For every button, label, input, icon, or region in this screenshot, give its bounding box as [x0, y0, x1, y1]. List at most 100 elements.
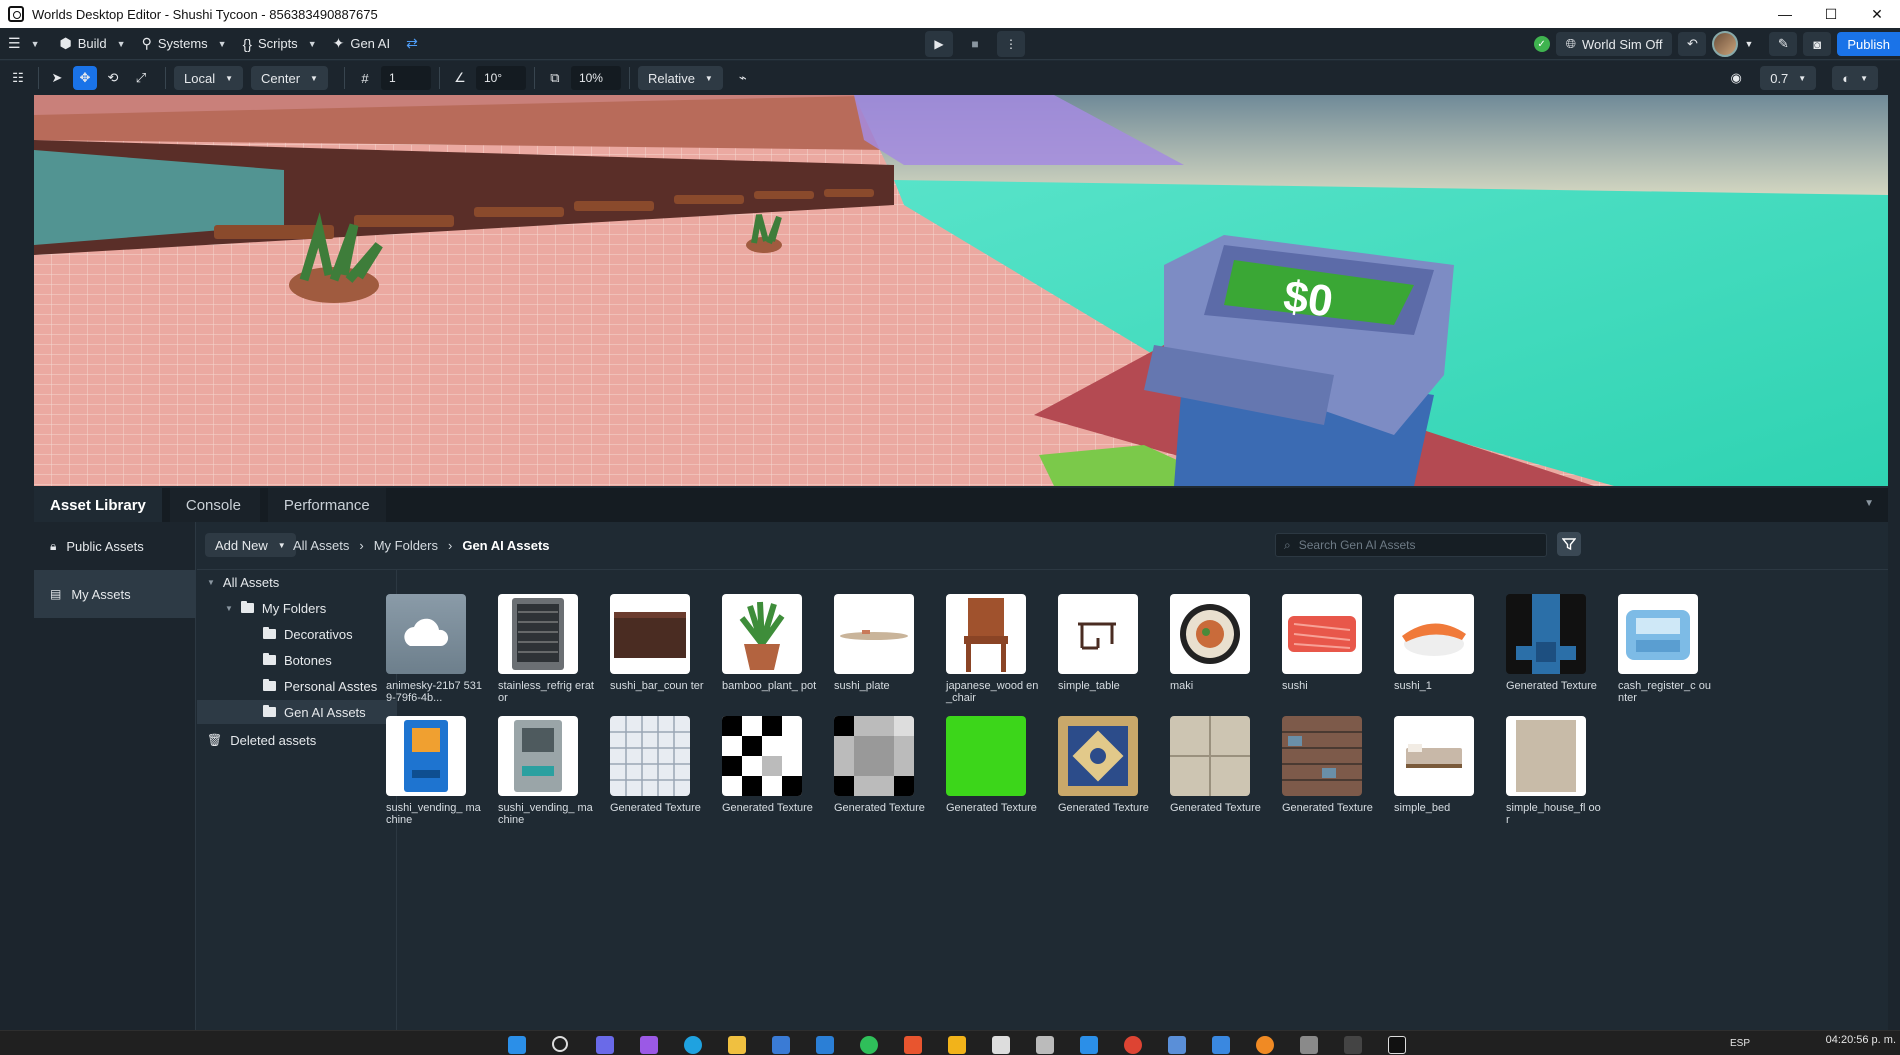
- app-icon[interactable]: [1212, 1036, 1230, 1054]
- scripts-menu[interactable]: {} Scripts ▼: [235, 28, 325, 60]
- tree-folder-gen-ai[interactable]: Gen AI Assets: [197, 700, 397, 724]
- sync-button[interactable]: ⇄: [398, 28, 426, 60]
- asset-tile[interactable]: sushi_vending_ machine: [498, 716, 593, 826]
- add-new-button[interactable]: Add New ▼: [205, 533, 296, 557]
- asset-tile[interactable]: Generated Texture: [722, 716, 813, 814]
- breadcrumb-all-assets[interactable]: All Assets: [293, 538, 349, 553]
- windows-start-icon[interactable]: [508, 1036, 526, 1054]
- gen-ai-button[interactable]: ✦ Gen AI: [325, 28, 398, 60]
- mic-mute-button[interactable]: ✎: [1769, 32, 1798, 56]
- hierarchy-toggle-button[interactable]: ☷: [6, 66, 30, 90]
- brave-icon[interactable]: [904, 1036, 922, 1054]
- asset-tile[interactable]: simple_house_fl oor: [1506, 716, 1601, 826]
- pivot-dropdown[interactable]: Center ▼: [251, 66, 328, 90]
- mode-dropdown[interactable]: Relative ▼: [637, 66, 723, 90]
- asset-tile[interactable]: sushi_vending_ machine: [386, 716, 481, 826]
- asset-tile[interactable]: Generated Texture: [1170, 716, 1261, 814]
- move-tool-button[interactable]: ✥: [73, 66, 97, 90]
- tree-folder-botones[interactable]: Botones: [197, 648, 397, 672]
- asset-tile[interactable]: bamboo_plant_ pot: [722, 594, 816, 692]
- tree-my-folders[interactable]: ▼ My Folders: [197, 596, 397, 620]
- asset-tile[interactable]: Generated Texture: [1282, 716, 1373, 814]
- terminal-icon[interactable]: [1344, 1036, 1362, 1054]
- calculator-icon[interactable]: [1300, 1036, 1318, 1054]
- scene-viewport[interactable]: $0: [34, 95, 1888, 486]
- asset-tile[interactable]: maki: [1170, 594, 1254, 692]
- main-menu-button[interactable]: ☰ ▼: [0, 28, 47, 60]
- store-icon[interactable]: [772, 1036, 790, 1054]
- scale-snap-field[interactable]: 10%: [570, 66, 621, 90]
- app-icon[interactable]: [640, 1036, 658, 1054]
- language-indicator[interactable]: ESP: [1730, 1038, 1750, 1049]
- build-menu[interactable]: ⬢ Build ▼: [51, 28, 133, 60]
- tab-console[interactable]: Console: [169, 488, 260, 522]
- asset-tile[interactable]: japanese_wood en_chair: [946, 594, 1038, 704]
- search-input[interactable]: [1298, 538, 1529, 552]
- app-icon[interactable]: [992, 1036, 1010, 1054]
- filter-button[interactable]: [1557, 532, 1581, 556]
- nav-my-assets[interactable]: ▤ My Assets: [34, 570, 196, 618]
- systems-menu[interactable]: ⚲ Systems ▼: [134, 28, 235, 60]
- vscode-icon[interactable]: [1080, 1036, 1098, 1054]
- asset-tile[interactable]: cash_register_c ounter: [1618, 594, 1711, 704]
- surface-snap-button[interactable]: ⌁: [731, 66, 755, 90]
- stop-button[interactable]: ■: [961, 31, 989, 57]
- app-icon[interactable]: [1168, 1036, 1186, 1054]
- asset-tile[interactable]: Generated Texture: [834, 716, 925, 814]
- space-dropdown[interactable]: Local ▼: [174, 66, 243, 90]
- asset-tile[interactable]: sushi_plate: [834, 594, 918, 692]
- vr-preview-button[interactable]: ◙: [1803, 32, 1832, 56]
- rotation-snap-field[interactable]: 10°: [475, 66, 526, 90]
- publish-button[interactable]: Publish: [1837, 32, 1900, 56]
- tree-folder-decorativos[interactable]: Decorativos: [197, 622, 397, 646]
- world-sim-toggle[interactable]: 🌐︎ World Sim Off: [1555, 32, 1673, 56]
- tree-all-assets[interactable]: ▼ All Assets: [197, 570, 397, 594]
- tab-asset-library[interactable]: Asset Library: [34, 488, 162, 522]
- scale-snap-toggle[interactable]: ⧉: [543, 66, 567, 90]
- asset-tile[interactable]: simple_table: [1058, 594, 1142, 692]
- tree-deleted-assets[interactable]: 🗑︎ Deleted assets: [197, 728, 397, 752]
- camera-speed-dropdown[interactable]: 0.7 ▼: [1760, 66, 1817, 90]
- asset-tile[interactable]: Generated Texture: [1506, 594, 1597, 692]
- app-icon[interactable]: [1036, 1036, 1054, 1054]
- scale-tool-button[interactable]: ⤢: [129, 66, 153, 90]
- play-button[interactable]: ▶: [925, 31, 953, 57]
- rotation-snap-toggle[interactable]: ∠: [448, 66, 472, 90]
- worlds-editor-icon[interactable]: [1388, 1036, 1406, 1054]
- grid-snap-toggle[interactable]: #: [353, 66, 377, 90]
- maximize-button[interactable]: ☐: [1808, 0, 1854, 28]
- mail-icon[interactable]: [816, 1036, 834, 1054]
- camera-settings-button[interactable]: ◉: [1724, 66, 1748, 90]
- undo-button[interactable]: ↶: [1678, 32, 1707, 56]
- asset-tile[interactable]: Generated Texture: [610, 716, 701, 814]
- system-clock[interactable]: 04:20:56 p. m.: [1826, 1034, 1896, 1046]
- tab-performance[interactable]: Performance: [267, 488, 386, 522]
- chrome-icon[interactable]: [1124, 1036, 1142, 1054]
- asset-tile[interactable]: stainless_refrig erator: [498, 594, 594, 704]
- asset-tile[interactable]: animesky-21b7 5319-79f6-4b...: [386, 594, 482, 704]
- file-explorer-icon[interactable]: [728, 1036, 746, 1054]
- blender-icon[interactable]: [1256, 1036, 1274, 1054]
- notes-icon[interactable]: [948, 1036, 966, 1054]
- asset-tile[interactable]: Generated Texture: [1058, 716, 1149, 814]
- chevron-down-icon[interactable]: ▼: [1864, 498, 1874, 509]
- edge-icon[interactable]: [684, 1036, 702, 1054]
- asset-tile[interactable]: Generated Texture: [946, 716, 1037, 814]
- avatar[interactable]: [1712, 31, 1739, 57]
- select-tool-button[interactable]: ➤: [45, 66, 69, 90]
- asset-tile[interactable]: simple_bed: [1394, 716, 1478, 814]
- nav-public-assets[interactable]: 🔒︎ Public Assets: [34, 522, 196, 570]
- asset-tile[interactable]: sushi: [1282, 594, 1366, 692]
- asset-tile[interactable]: sushi_bar_coun ter: [610, 594, 704, 692]
- minimize-button[interactable]: —: [1762, 0, 1808, 28]
- chevron-down-icon[interactable]: ▼: [1744, 39, 1753, 49]
- grid-snap-field[interactable]: 1: [380, 66, 431, 90]
- copilot-icon[interactable]: [596, 1036, 614, 1054]
- search-icon[interactable]: [552, 1036, 568, 1052]
- close-button[interactable]: ✕: [1854, 0, 1900, 28]
- breadcrumb-my-folders[interactable]: My Folders: [374, 538, 438, 553]
- tree-folder-personal[interactable]: Personal Asstes: [197, 674, 397, 698]
- more-options-button[interactable]: ⋮: [997, 31, 1025, 57]
- rotate-tool-button[interactable]: ⟲: [101, 66, 125, 90]
- whatsapp-icon[interactable]: [860, 1036, 878, 1054]
